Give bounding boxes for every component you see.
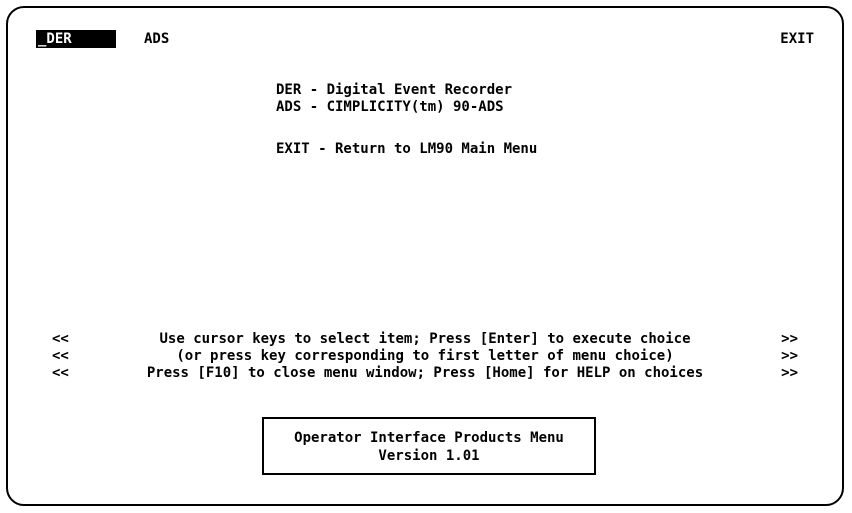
hint-line: << Use cursor keys to select item; Press… — [52, 331, 798, 348]
hint-right-marker: >> — [781, 348, 798, 364]
description-exit: EXIT - Return to LM90 Main Menu — [276, 141, 538, 157]
description-ads: ADS - CIMPLICITY(tm) 90-ADS — [276, 99, 504, 115]
product-info-box: Operator Interface Products Menu Version… — [262, 417, 596, 475]
description-der: DER - Digital Event Recorder — [276, 82, 513, 98]
hint-line: << (or press key corresponding to first … — [52, 348, 798, 365]
help-hints: << Use cursor keys to select item; Press… — [52, 331, 798, 382]
hint-line: << Press [F10] to close menu window; Pre… — [52, 365, 798, 382]
hint-text: (or press key corresponding to first let… — [176, 348, 674, 364]
menu-item-ads[interactable]: ADS — [144, 30, 169, 48]
hint-text: Press [F10] to close menu window; Press … — [146, 365, 704, 381]
menu-item-der[interactable]: _DER — [36, 30, 116, 48]
hint-right-marker: >> — [781, 331, 798, 347]
menu-item-exit[interactable]: EXIT — [780, 30, 814, 48]
hint-text: Use cursor keys to select item; Press [E… — [159, 331, 691, 347]
version-label: Version 1.01 — [378, 448, 480, 464]
product-title: Operator Interface Products Menu — [294, 430, 564, 446]
hint-right-marker: >> — [781, 365, 798, 381]
menu-bar: _DER ADS EXIT — [36, 30, 814, 50]
